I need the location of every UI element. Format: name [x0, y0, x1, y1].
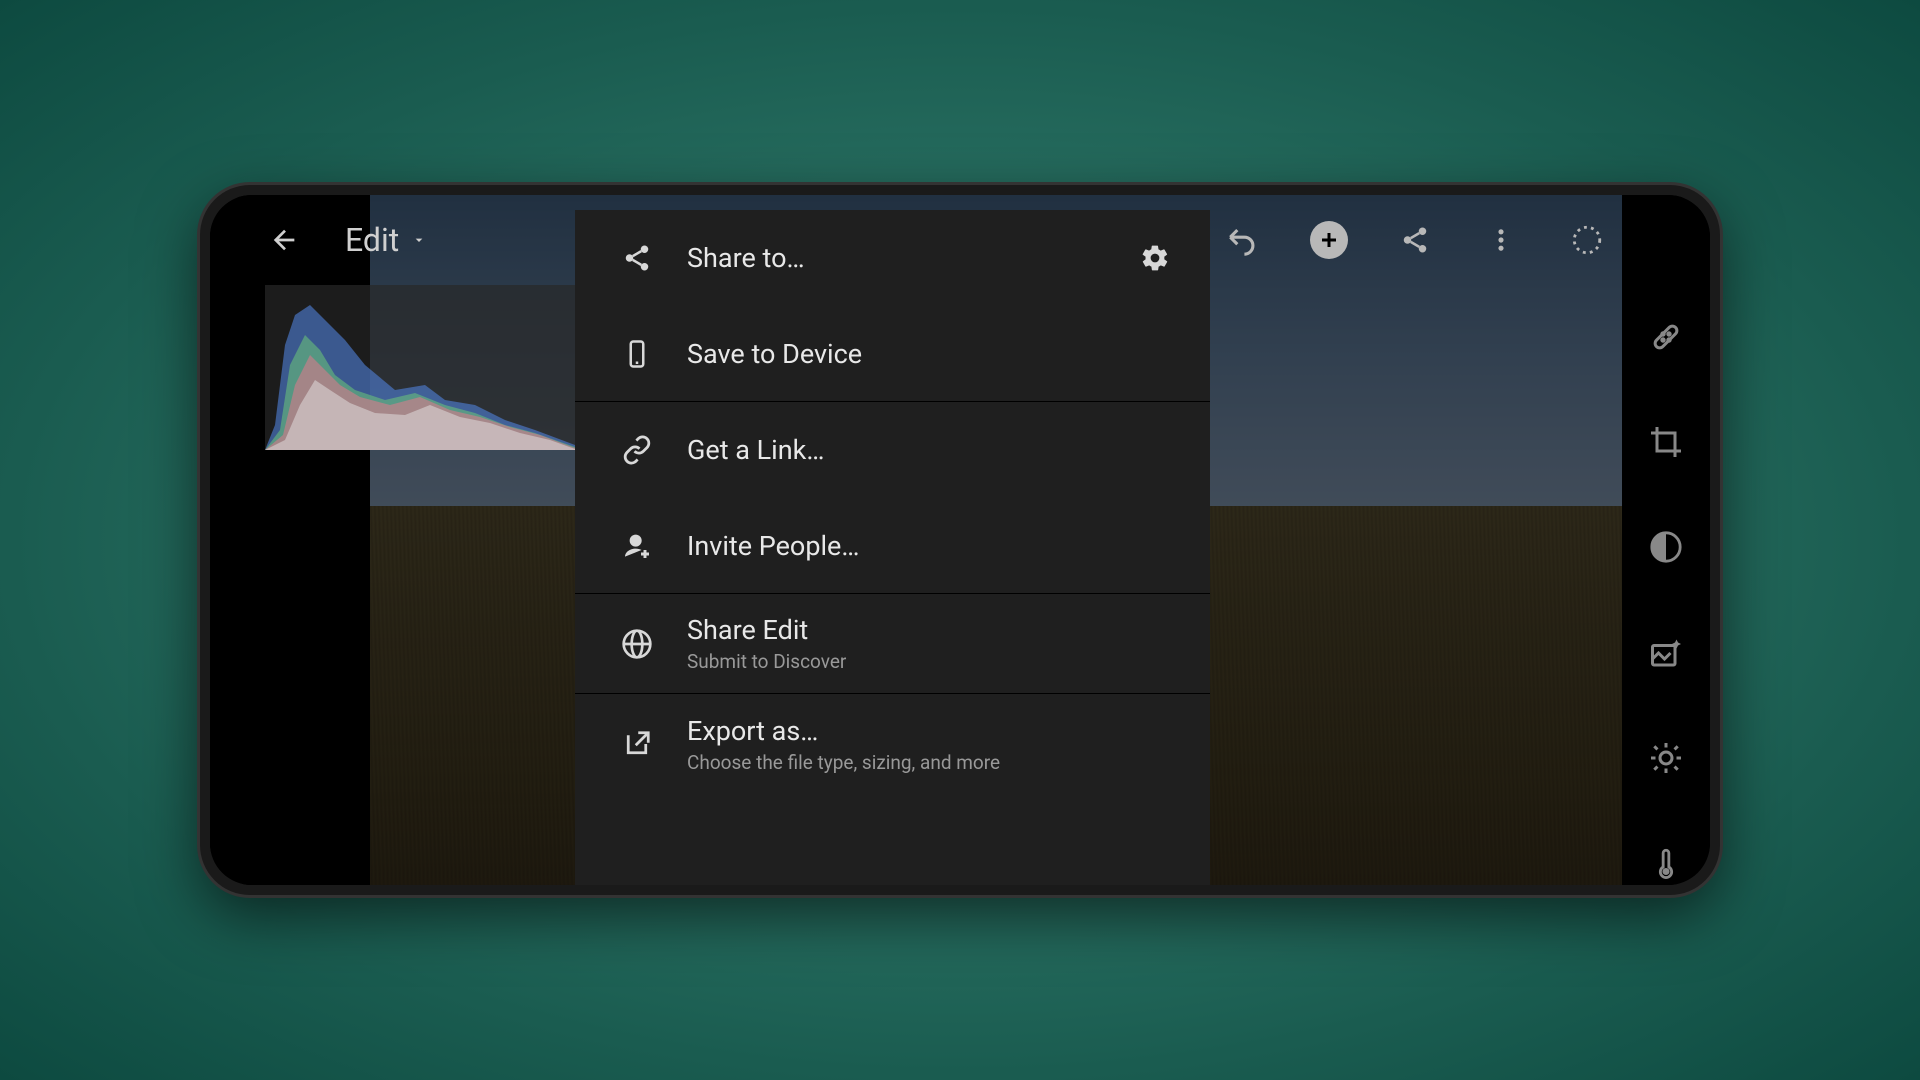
- menu-share-to-label: Share to…: [687, 242, 1140, 274]
- back-button[interactable]: [265, 220, 305, 260]
- phone-frame: Edit: [200, 185, 1720, 895]
- menu-invite-people[interactable]: Invite People…: [575, 498, 1210, 594]
- export-icon: [622, 729, 652, 759]
- masking-tool-button[interactable]: [1644, 526, 1688, 569]
- menu-share-to[interactable]: Share to…: [575, 210, 1210, 306]
- globe-icon: [621, 628, 653, 660]
- menu-share-edit-label: Share Edit: [687, 614, 1170, 646]
- sun-icon: [1648, 740, 1684, 776]
- menu-save-to-device[interactable]: Save to Device: [575, 306, 1210, 402]
- sync-dotted-circle-icon: [1570, 223, 1604, 257]
- edit-mode-dropdown[interactable]: Edit: [345, 221, 427, 259]
- crop-tool-button[interactable]: [1644, 420, 1688, 463]
- presets-tool-button[interactable]: [1644, 631, 1688, 674]
- undo-button[interactable]: [1223, 220, 1263, 260]
- crop-icon: [1648, 424, 1684, 460]
- share-button[interactable]: [1395, 220, 1435, 260]
- menu-get-link[interactable]: Get a Link…: [575, 402, 1210, 498]
- undo-icon: [1226, 223, 1260, 257]
- menu-share-edit[interactable]: Share Edit Submit to Discover: [575, 594, 1210, 694]
- more-vertical-icon: [1487, 226, 1515, 254]
- menu-export-sub: Choose the file type, sizing, and more: [687, 751, 1170, 774]
- chevron-down-icon: [411, 232, 427, 248]
- screen: Edit: [210, 195, 1710, 885]
- more-button[interactable]: [1481, 220, 1521, 260]
- gear-icon: [1140, 243, 1170, 273]
- right-tool-rail: [1622, 195, 1710, 885]
- color-tool-button[interactable]: [1644, 842, 1688, 885]
- bandage-icon: [1648, 319, 1684, 355]
- histogram-panel[interactable]: [265, 285, 575, 450]
- share-settings-button[interactable]: [1140, 243, 1170, 273]
- circle-half-icon: [1649, 530, 1683, 564]
- share-menu: Share to… Save to Device: [575, 210, 1210, 885]
- menu-export-as[interactable]: Export as… Choose the file type, sizing,…: [575, 694, 1210, 794]
- arrow-left-icon: [269, 224, 301, 256]
- person-add-icon: [621, 530, 653, 562]
- healing-tool-button[interactable]: [1644, 315, 1688, 358]
- edit-label: Edit: [345, 221, 399, 259]
- histogram-chart: [265, 285, 575, 450]
- share-icon: [1400, 225, 1430, 255]
- light-tool-button[interactable]: [1644, 736, 1688, 779]
- thermometer-icon: [1649, 846, 1683, 880]
- menu-invite-people-label: Invite People…: [687, 530, 1170, 562]
- cloud-sync-button[interactable]: [1567, 220, 1607, 260]
- add-button[interactable]: [1309, 220, 1349, 260]
- share-icon: [622, 243, 652, 273]
- plus-icon: [1317, 228, 1341, 252]
- editor-canvas: Edit: [210, 195, 1622, 885]
- menu-save-device-label: Save to Device: [687, 338, 1170, 370]
- smartphone-icon: [622, 339, 652, 369]
- menu-get-link-label: Get a Link…: [687, 434, 1170, 466]
- image-sparkle-icon: [1648, 635, 1684, 671]
- menu-share-edit-sub: Submit to Discover: [687, 650, 1170, 673]
- link-icon: [622, 435, 652, 465]
- menu-export-label: Export as…: [687, 715, 1170, 747]
